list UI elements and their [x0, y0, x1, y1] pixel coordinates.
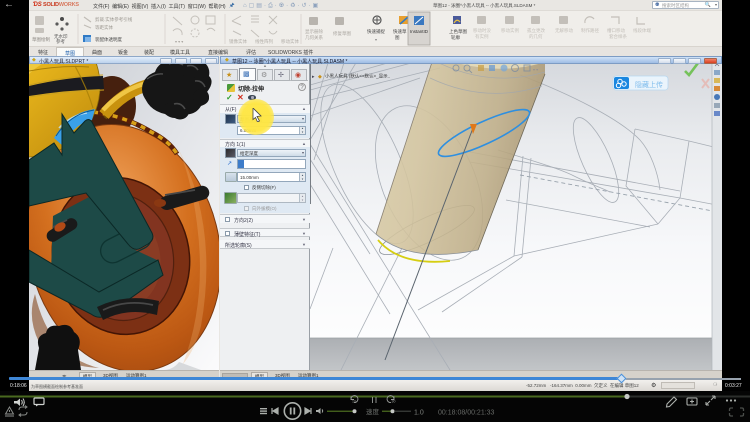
svg-text:▾ ▾: ▾ ▾: [533, 67, 538, 72]
svg-text:快速草: 快速草: [393, 28, 407, 35]
svg-text:无解移动: 无解移动: [555, 27, 573, 34]
svg-text:草图绘制: 草图绘制: [32, 36, 50, 43]
svg-text:图: 图: [395, 35, 400, 41]
svg-text:孤立更改: 孤立更改: [527, 27, 545, 34]
svg-text:等距实体: 等距实体: [95, 24, 113, 31]
svg-text:1.0: 1.0: [414, 410, 424, 417]
svg-text:有实例: 有实例: [475, 33, 489, 40]
svg-text:参考: 参考: [56, 38, 65, 45]
svg-text:移动实例: 移动实例: [501, 27, 519, 34]
svg-text:上色草图: 上色草图: [449, 28, 467, 35]
svg-text:小黑人玩具 (默认<<默认>_显示..: 小黑人玩具 (默认<<默认>_显示..: [325, 73, 390, 80]
svg-text:槽口移动: 槽口移动: [607, 27, 625, 34]
svg-text:的几何: 的几何: [529, 33, 543, 40]
svg-text:制作路径: 制作路径: [581, 27, 599, 34]
svg-text:移动时没: 移动时没: [473, 27, 491, 34]
svg-text:00:18:08/00:21:33: 00:18:08/00:21:33: [438, 410, 495, 417]
svg-text:InstantID: InstantID: [410, 29, 429, 34]
svg-text:镜像实体: 镜像实体: [229, 38, 247, 45]
svg-text:显示册除: 显示册除: [305, 28, 323, 35]
svg-text:◆: ◆: [318, 74, 322, 80]
svg-text:30: 30: [392, 400, 396, 404]
svg-text:线段体端: 线段体端: [633, 27, 651, 34]
svg-text:轮廓: 轮廓: [451, 34, 460, 41]
svg-text:剪裁.实体参考引线: 剪裁.实体参考引线: [95, 16, 133, 23]
svg-text:▾: ▾: [375, 37, 377, 42]
svg-text:隐藏上传: 隐藏上传: [635, 80, 663, 89]
svg-text:线性阵列: 线性阵列: [255, 38, 273, 45]
svg-text:套合样条: 套合样条: [609, 33, 627, 40]
svg-text:修复草图: 修复草图: [333, 30, 351, 37]
svg-text:▾ ▾ ▾: ▾ ▾ ▾: [175, 39, 183, 44]
svg-text:移动实体: 移动实体: [281, 38, 299, 45]
svg-text:装配体透明度: 装配体透明度: [95, 36, 122, 43]
svg-text:10: 10: [352, 400, 356, 404]
svg-text:快速捕捉: 快速捕捉: [367, 28, 385, 35]
svg-text:几何关系: 几何关系: [305, 34, 323, 41]
svg-text:速度: 速度: [366, 407, 380, 416]
